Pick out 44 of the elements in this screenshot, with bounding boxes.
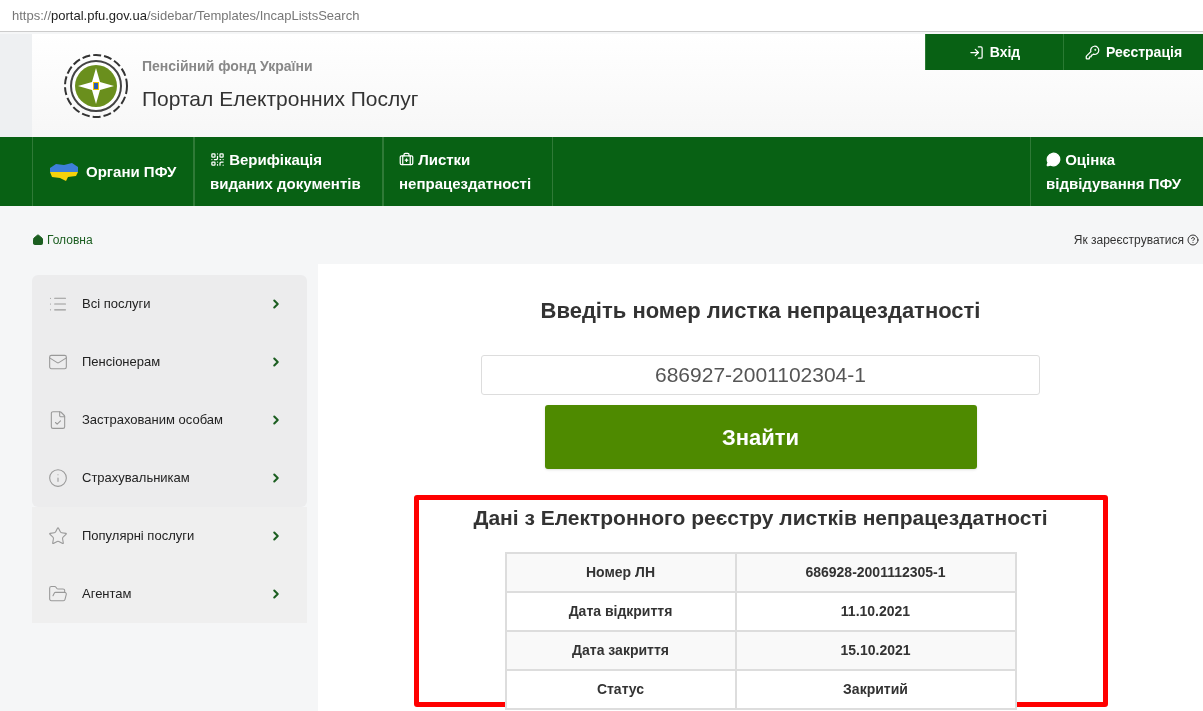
envelope-icon [48,352,68,372]
table-cell: 15.10.2021 [735,630,1016,670]
star-icon [48,526,68,546]
document-check-icon [48,410,68,430]
emblem-logo [62,51,130,120]
key-icon [1084,44,1100,60]
nav-link[interactable]: Органи ПФУ [32,137,194,206]
sidebar-item[interactable]: Пенсіонерам [32,333,307,391]
certificate-number-field[interactable]: 686927-2001102304-1 [481,355,1040,395]
table-cell: 11.10.2021 [735,591,1016,631]
find-button[interactable]: Знайти [544,405,977,469]
folder-icon [48,584,68,604]
register-button[interactable]: Реєстрація [1063,34,1203,70]
address-bar[interactable]: https://portal.pfu.gov.ua/sidebar/Templates/IncapListsSearch [0,0,1203,32]
sidebar-item[interactable]: Застрахованим особам [32,391,307,449]
sidebar-item[interactable]: Страхувальникам [32,449,307,507]
table-cell: 686928-2001112305-1 [735,552,1016,592]
ukraine-map-icon [48,161,80,182]
table-cell: Дата відкриття [505,591,736,631]
sidebar-item[interactable]: Агентам [32,565,307,623]
result-heading: Дані з Електронного реєстру листків непрацездатності [473,505,1048,531]
nav-link[interactable]: Листки непрацездатності [383,137,553,206]
url-text: https://portal.pfu.gov.ua/sidebar/Templates/IncapListsSearch [12,6,360,25]
table-cell: Закритий [735,669,1016,709]
register-help-link[interactable]: Як зареєструватися [1073,231,1199,249]
speech-bubble-icon [1046,151,1061,167]
portal-title: Портал Електронних Послуг [142,86,419,113]
org-name: Пенсійний фонд України [142,57,314,77]
table-cell: Статус [505,669,736,709]
login-button[interactable]: Вхід [925,34,1063,70]
home-breadcrumb-link[interactable]: Головна [32,231,93,249]
sidebar-item[interactable]: Всі послуги [32,275,307,333]
qr-code-icon [210,151,225,167]
info-icon [48,468,68,488]
table-cell: Номер ЛН [505,552,736,592]
nav-link[interactable]: Верифікація виданих документів [194,137,383,206]
sign-in-icon [968,44,984,60]
table-cell: Дата закриття [505,630,736,670]
home-icon [32,234,44,246]
nav-link[interactable]: Оцінка відвідування ПФУ [1030,137,1203,206]
question-icon [1187,234,1199,246]
sidebar-item[interactable]: Популярні послуги [32,507,307,565]
medical-kit-icon [399,151,414,167]
search-heading: Введіть номер листка непрацездатності [540,297,981,325]
